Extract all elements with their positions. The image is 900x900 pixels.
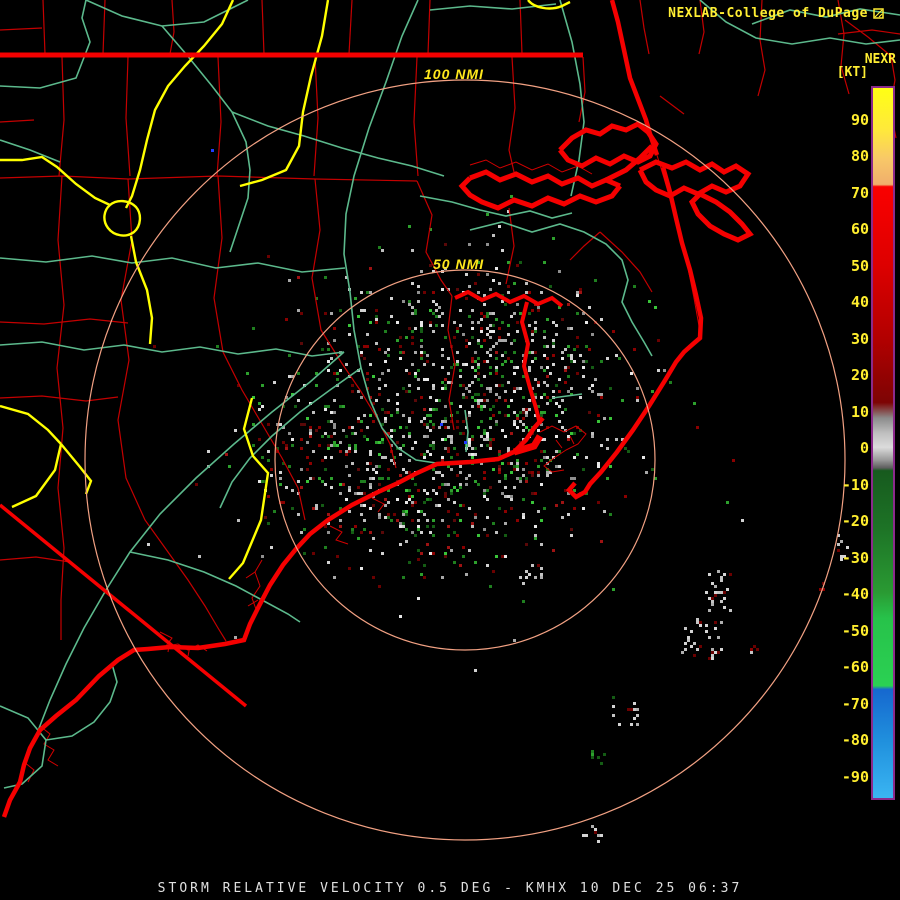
colorbar-tick: 80 bbox=[850, 147, 869, 165]
colorbar-tick: -90 bbox=[841, 767, 869, 786]
colorbar-tick: -20 bbox=[841, 512, 869, 530]
colorbar-tick: 70 bbox=[850, 183, 869, 202]
colorbar-tick: 40 bbox=[850, 293, 869, 311]
product-title: STORM RELATIVE VELOCITY 0.5 DEG - KMHX 1… bbox=[157, 881, 743, 896]
colorbar-tick: -10 bbox=[841, 475, 869, 494]
colorbar-title: NEXR bbox=[864, 52, 896, 67]
colorbar-tick: -50 bbox=[841, 621, 869, 640]
colorbar-tick: -30 bbox=[841, 548, 869, 567]
colorbar-tick: 90 bbox=[850, 110, 869, 129]
colorbar-tick: 60 bbox=[850, 220, 869, 238]
range-ring-label-100nmi: 100 NMI bbox=[424, 66, 484, 82]
range-rings-layer bbox=[84, 79, 846, 841]
brand-text: NEXLAB-College of DuPage bbox=[668, 6, 868, 21]
brand-header: NEXLAB-College of DuPage bbox=[668, 6, 884, 21]
colorbar-tick: 30 bbox=[850, 329, 869, 348]
colorbar-tick: 20 bbox=[850, 366, 869, 384]
shoreline-detail-layer bbox=[23, 127, 700, 783]
colorbar-tick: 50 bbox=[850, 256, 869, 275]
map-canvas bbox=[0, 0, 900, 843]
checker-box-icon bbox=[873, 8, 884, 19]
radar-echo-layer bbox=[147, 195, 849, 843]
colorbar-units: [KT] bbox=[836, 65, 868, 80]
colorbar-tick: -80 bbox=[841, 731, 869, 749]
colorbar-tick: -60 bbox=[841, 658, 869, 676]
colorbar-tick: 0 bbox=[859, 439, 869, 457]
radar-display: NEXLAB-College of DuPage NEXR [KT] 90 80 7… bbox=[0, 0, 900, 900]
velocity-colorbar bbox=[871, 86, 895, 800]
station-markers-layer bbox=[211, 149, 467, 444]
colorbar-tick: -40 bbox=[841, 585, 869, 603]
colorbar-tick: 10 bbox=[850, 402, 869, 421]
colorbar-tick: -70 bbox=[841, 694, 869, 713]
range-ring-label-50nmi: 50 NMI bbox=[433, 256, 485, 272]
